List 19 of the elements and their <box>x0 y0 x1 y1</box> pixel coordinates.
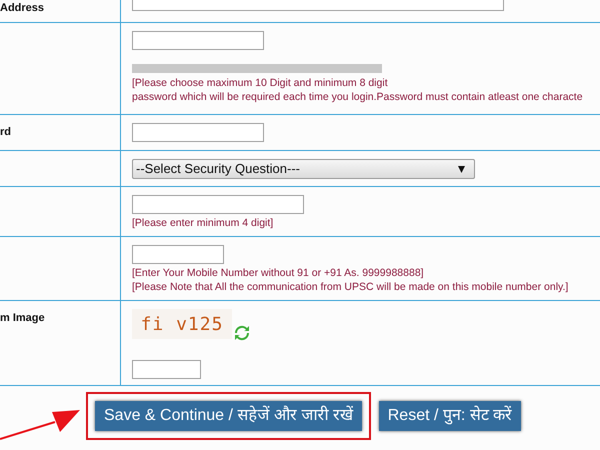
captcha-text: fi v125 <box>132 309 232 339</box>
save-continue-button[interactable]: Save & Continue / सहेजें और जारी रखें <box>95 401 362 431</box>
field-label: rd <box>0 125 11 140</box>
field-label: m Image <box>0 311 45 326</box>
input-field[interactable] <box>132 123 264 142</box>
dropdown-arrow-icon <box>458 166 465 172</box>
input-field[interactable] <box>132 195 304 214</box>
refresh-icon[interactable] <box>234 325 250 341</box>
security-question-select[interactable]: --Select Security Question--- <box>132 159 475 179</box>
input-field[interactable] <box>132 360 201 378</box>
hint-text: [Please enter minimum 4 digit] <box>132 216 274 230</box>
input-field[interactable] <box>132 245 224 264</box>
hint-text: [Please choose maximum 10 Digit and minimum 8 digit <box>132 76 389 90</box>
hint-text: [Please Note that All the communication from UPSC will be made on this mobile number only.] <box>132 280 568 294</box>
reset-button[interactable]: Reset / पुन: सेट करें <box>378 401 522 431</box>
input-field[interactable] <box>132 31 264 50</box>
hint-text: [Enter Your Mobile Number without 91 or +91 As. 9999988888] <box>132 266 425 280</box>
hint-text: password which will be required each time you login.Password must contain atleast one characte <box>132 90 583 104</box>
field-label: Address <box>0 1 44 16</box>
